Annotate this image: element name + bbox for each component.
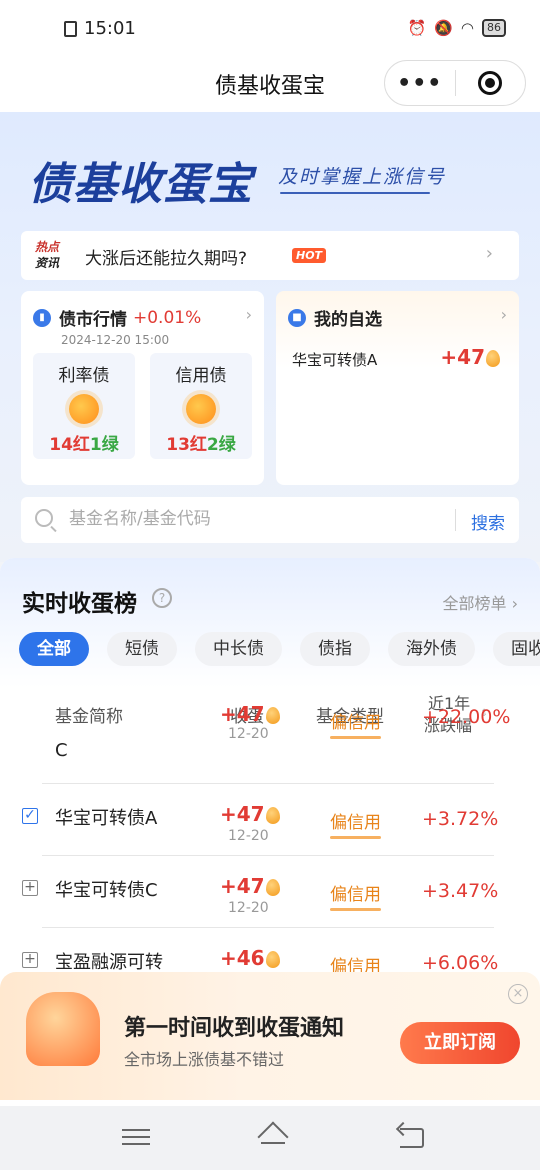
brand-slogan: 及时掌握上涨信号	[278, 166, 447, 188]
brand-logo: 债基收蛋宝	[28, 159, 253, 210]
chevron-right-icon: ›	[500, 305, 507, 324]
target-icon	[478, 71, 503, 95]
chart-icon: ▮	[33, 308, 51, 327]
mute-icon: 🔕	[434, 19, 453, 37]
search-divider	[455, 509, 456, 531]
tab-bond-index[interactable]: 债指	[300, 632, 370, 666]
search-bar: 搜索	[21, 497, 519, 543]
add-to-watchlist-button[interactable]: +	[22, 952, 38, 968]
table-row[interactable]: + 华宝可转债C +47 12-20 偏信用 +3.47%	[0, 856, 540, 928]
battery-icon: 86	[482, 19, 506, 37]
wifi-icon: ◠	[460, 19, 474, 37]
chevron-right-icon: ›	[485, 243, 493, 264]
tab-mid-long-bond[interactable]: 中长债	[195, 632, 282, 666]
egg-icon	[265, 707, 280, 724]
egg-icon	[265, 879, 280, 896]
home-icon[interactable]	[256, 1124, 285, 1150]
subscribe-title: 第一时间收到收蛋通知	[124, 1016, 345, 1041]
watchlist-card-header: ■ 我的自选	[288, 305, 382, 330]
hot-news-text: 大涨后还能拉久期吗?	[85, 249, 248, 269]
egg-icon	[265, 807, 280, 824]
market-date: 2024-12-20 15:00	[61, 333, 170, 347]
close-mini-program-button[interactable]	[456, 71, 526, 95]
back-icon[interactable]	[398, 1124, 426, 1150]
system-nav-bar	[0, 1106, 540, 1170]
hot-news-bar[interactable]: 热点 资讯 大涨后还能拉久期吗? HOT ›	[21, 231, 519, 280]
alarm-icon: ⏰	[407, 19, 427, 37]
sun-icon	[186, 394, 216, 424]
fund-type-tag: 偏信用	[330, 808, 381, 839]
market-change: +0.01%	[133, 307, 202, 328]
status-bar: 15:01 ⏰ 🔕 ◠ 86	[0, 0, 540, 58]
mini-program-capsule: •••	[384, 60, 526, 106]
hot-badge: HOT	[292, 248, 327, 263]
search-input[interactable]	[69, 507, 449, 531]
table-row[interactable]: C +47 12-20 偏信用 +22.00%	[0, 702, 540, 784]
watchlist-item[interactable]: 华宝可转债A +47	[292, 345, 508, 370]
egg-icon	[486, 350, 500, 367]
subscribe-subtitle: 全市场上涨债基不错过	[124, 1050, 285, 1069]
bell-icon	[26, 992, 100, 1066]
market-card-header: ▮ 债市行情 +0.01%	[33, 305, 201, 330]
rate-bond-tile[interactable]: 利率债 14红1绿	[33, 353, 135, 459]
category-tabs: 全部 短债 中长债 债指 海外债 固收	[19, 632, 540, 666]
more-options-button[interactable]: •••	[385, 71, 455, 96]
egg-icon	[265, 951, 280, 968]
all-rankings-link[interactable]: 全部榜单 ›	[443, 590, 519, 614]
add-to-watchlist-button[interactable]: +	[22, 880, 38, 896]
fund-type-tag: 偏信用	[330, 880, 381, 911]
fund-type-tag: 偏信用	[330, 708, 381, 739]
clock: 15:01	[84, 18, 136, 39]
help-icon[interactable]: ?	[152, 588, 172, 608]
subscribe-banner: 第一时间收到收蛋通知 全市场上涨债基不错过 立即订阅 ×	[0, 972, 540, 1100]
watchlist-card[interactable]: ■ 我的自选 › 华宝可转债A +47	[276, 291, 519, 485]
slogan-underline	[280, 192, 430, 194]
hot-news-tag: 热点 资讯	[35, 240, 60, 270]
checkbox-checked[interactable]: ✓	[22, 808, 38, 824]
status-icons: ⏰ 🔕 ◠ 86	[408, 19, 506, 37]
tab-short-bond[interactable]: 短债	[107, 632, 177, 666]
tab-all[interactable]: 全部	[19, 632, 89, 666]
ranking-title: 实时收蛋榜	[22, 591, 137, 617]
tab-fixed-income[interactable]: 固收	[493, 632, 540, 666]
title-bar: 债基收蛋宝 •••	[0, 58, 540, 112]
chevron-right-icon: ›	[245, 305, 252, 324]
sun-icon	[69, 394, 99, 424]
market-card[interactable]: ▮ 债市行情 +0.01% › 2024-12-20 15:00 利率债 14红…	[21, 291, 264, 485]
ranking-header-bg	[0, 558, 540, 688]
tab-overseas-bond[interactable]: 海外债	[388, 632, 475, 666]
menu-icon[interactable]	[122, 1124, 150, 1150]
close-icon[interactable]: ×	[508, 984, 528, 1004]
watchlist-icon: ■	[288, 308, 306, 327]
search-icon	[35, 509, 53, 527]
app-screen: 15:01 ⏰ 🔕 ◠ 86 债基收蛋宝 ••• 债基收蛋宝 及时掌握上涨信号 …	[0, 0, 540, 1170]
table-row[interactable]: ✓ 华宝可转债A +47 12-20 偏信用 +3.72%	[0, 784, 540, 856]
search-button[interactable]: 搜索	[471, 509, 505, 534]
credit-bond-tile[interactable]: 信用债 13红2绿	[150, 353, 252, 459]
subscribe-button[interactable]: 立即订阅	[400, 1022, 520, 1064]
